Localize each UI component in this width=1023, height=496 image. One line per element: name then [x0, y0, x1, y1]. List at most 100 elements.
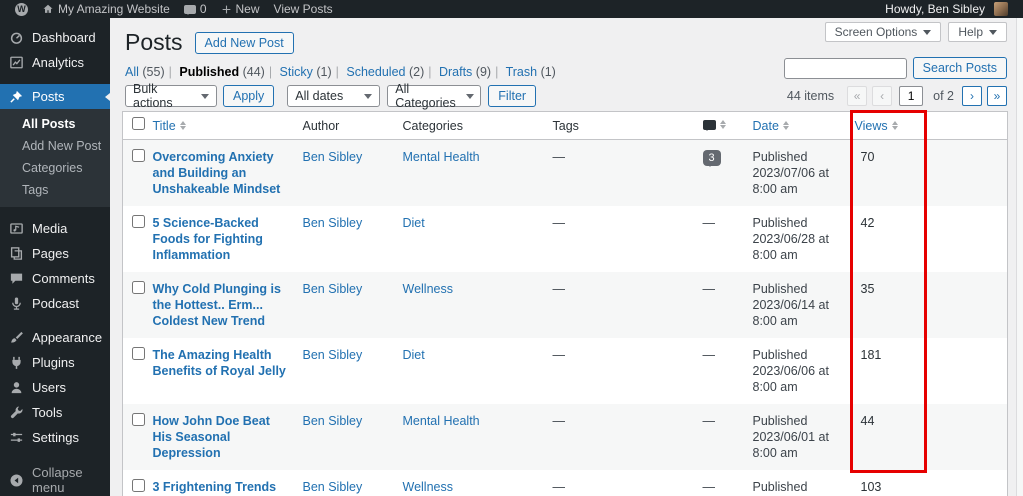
submenu-tags[interactable]: Tags [0, 179, 110, 201]
user-avatar [994, 2, 1008, 16]
filter-scheduled[interactable]: Scheduled (2) [346, 65, 424, 79]
sidebar-item-pages[interactable]: Pages [0, 241, 110, 266]
submenu-categories[interactable]: Categories [0, 157, 110, 179]
all-categories-select[interactable]: All Categories [387, 82, 482, 110]
submenu-add-new-post[interactable]: Add New Post [0, 135, 110, 157]
submenu-all-posts[interactable]: All Posts [0, 113, 110, 135]
sort-by-comments[interactable] [702, 119, 726, 131]
sidebar-item-posts[interactable]: Posts [0, 84, 110, 109]
post-category-link[interactable]: Mental Health [403, 414, 480, 428]
post-author-link[interactable]: Ben Sibley [303, 414, 363, 428]
post-row: Why Cold Plunging is the Hottest.. Erm..… [122, 272, 1008, 338]
sidebar-item-plugins[interactable]: Plugins [0, 350, 110, 375]
collapse-arrow-icon [9, 473, 24, 488]
post-views-value: 44 [860, 414, 875, 428]
sort-arrows-icon [179, 121, 186, 130]
sidebar-item-label: Comments [32, 271, 95, 286]
post-comments-cell: — [699, 404, 749, 470]
post-author-link[interactable]: Ben Sibley [303, 348, 363, 362]
sidebar-item-appearance[interactable]: Appearance [0, 325, 110, 350]
post-category-link[interactable]: Diet [403, 216, 425, 230]
apply-button[interactable]: Apply [223, 85, 275, 107]
post-date: 2023/06/28 at 8:00 am [752, 232, 829, 262]
add-new-post-button[interactable]: Add New Post [194, 31, 294, 54]
row-checkbox[interactable] [132, 479, 146, 492]
media-icon [9, 221, 24, 236]
post-category-link[interactable]: Wellness [403, 282, 453, 296]
bulk-actions-select[interactable]: Bulk actions [125, 82, 217, 110]
search-posts-button[interactable]: Search Posts [912, 57, 1007, 79]
select-all-checkbox[interactable] [132, 117, 146, 130]
sidebar-item-podcast[interactable]: Podcast [0, 291, 110, 316]
post-comments-cell: — [699, 470, 749, 496]
row-checkbox[interactable] [132, 347, 146, 360]
row-checkbox[interactable] [132, 215, 146, 228]
post-title-link[interactable]: Why Cold Plunging is the Hottest.. Erm..… [153, 282, 281, 328]
home-icon [42, 3, 54, 15]
sidebar-item-label: Users [32, 380, 66, 395]
post-status: Published [752, 282, 808, 296]
last-page-button[interactable]: » [987, 86, 1007, 106]
filter-button[interactable]: Filter [488, 85, 537, 107]
sort-by-title[interactable]: Title [153, 118, 186, 134]
row-checkbox[interactable] [132, 281, 146, 294]
help-toggle[interactable]: Help [948, 22, 1007, 42]
sidebar-item-label: Analytics [32, 55, 85, 70]
vertical-scrollbar[interactable] [1016, 18, 1023, 496]
collapse-menu-button[interactable]: Collapse menu [0, 460, 110, 496]
sort-arrows-icon [891, 121, 898, 130]
filter-trash[interactable]: Trash (1) [506, 65, 556, 79]
post-title-link[interactable]: Overcoming Anxiety and Building an Unsha… [153, 150, 281, 196]
comments-bubble-icon [183, 4, 196, 15]
post-category-link[interactable]: Diet [403, 348, 425, 362]
first-page-button: « [847, 86, 868, 106]
screen-options-toggle[interactable]: Screen Options [824, 22, 942, 42]
post-author-link[interactable]: Ben Sibley [303, 216, 363, 230]
collapse-menu-label: Collapse menu [32, 465, 83, 495]
post-title-link[interactable]: How John Doe Beat His Seasonal Depressio… [153, 414, 270, 460]
filter-all[interactable]: All (55) [125, 65, 165, 79]
post-category-link[interactable]: Wellness [403, 480, 453, 494]
post-author-link[interactable]: Ben Sibley [303, 480, 363, 494]
my-account-menu[interactable]: Howdy, Ben Sibley [878, 0, 1015, 18]
row-checkbox[interactable] [132, 413, 146, 426]
sort-by-date[interactable]: Date [753, 118, 789, 134]
sidebar-item-analytics[interactable]: Analytics [0, 50, 110, 75]
sidebar-item-users[interactable]: Users [0, 375, 110, 400]
sort-by-views[interactable]: Views [855, 118, 898, 134]
filter-published[interactable]: Published (44) [179, 65, 264, 79]
post-status: Published [752, 150, 808, 164]
post-tags-value: — [552, 414, 566, 428]
sidebar-item-settings[interactable]: Settings [0, 425, 110, 450]
post-title-link[interactable]: 3 Frightening Trends in American Health … [153, 480, 278, 496]
site-name-menu[interactable]: My Amazing Website [35, 0, 177, 18]
all-dates-select[interactable]: All dates [287, 85, 381, 107]
admin-bar-comments[interactable]: 0 [177, 0, 214, 18]
sidebar-item-dashboard[interactable]: Dashboard [0, 25, 110, 50]
pushpin-icon [9, 89, 24, 104]
sidebar-item-label: Media [32, 221, 68, 236]
sort-arrows-icon [719, 120, 726, 129]
no-comments-dash: — [702, 348, 716, 362]
new-content-menu[interactable]: New [214, 0, 267, 18]
row-checkbox[interactable] [132, 149, 146, 162]
current-page-input[interactable] [899, 86, 924, 106]
sidebar-item-comments[interactable]: Comments [0, 266, 110, 291]
filter-drafts[interactable]: Drafts (9) [439, 65, 491, 79]
page-title: Posts [125, 29, 183, 55]
post-author-link[interactable]: Ben Sibley [303, 282, 363, 296]
post-title-link[interactable]: 5 Science-Backed Foods for Fighting Infl… [153, 216, 263, 262]
post-author-link[interactable]: Ben Sibley [303, 150, 363, 164]
comment-count-bubble[interactable]: 3 [702, 150, 721, 167]
search-posts-input[interactable] [783, 57, 907, 79]
post-tags-value: — [552, 150, 566, 164]
view-posts-menu[interactable]: View Posts [267, 0, 340, 18]
sidebar-item-tools[interactable]: Tools [0, 400, 110, 425]
filter-sticky[interactable]: Sticky (1) [280, 65, 332, 79]
next-page-button[interactable]: › [962, 86, 982, 106]
sidebar-item-label: Pages [32, 246, 69, 261]
post-category-link[interactable]: Mental Health [403, 150, 480, 164]
sidebar-item-media[interactable]: Media [0, 216, 110, 241]
post-title-link[interactable]: The Amazing Health Benefits of Royal Jel… [153, 348, 286, 378]
wordpress-logo-menu[interactable]: W [8, 0, 35, 18]
